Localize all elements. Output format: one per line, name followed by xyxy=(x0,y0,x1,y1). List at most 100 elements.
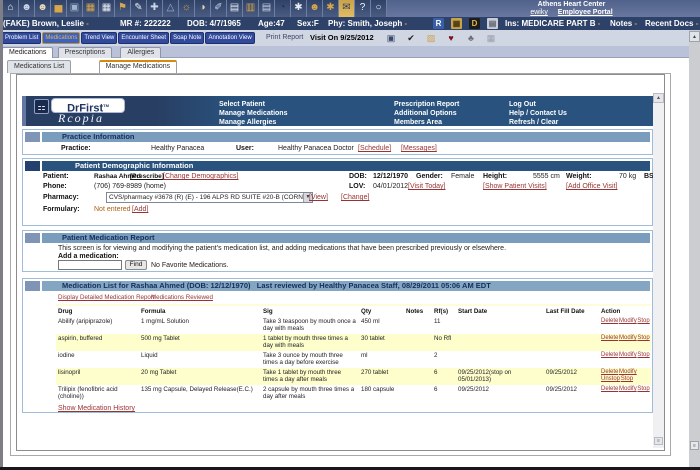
rcopia-menu-prescription-report[interactable]: Prescription Report xyxy=(394,100,459,109)
calendar-icon[interactable]: ▦ xyxy=(99,0,115,17)
clinic-link-1[interactable]: ewiky xyxy=(530,9,548,16)
nav-medications[interactable]: Medications xyxy=(42,32,81,44)
tab-allergies[interactable]: Allergies xyxy=(120,47,162,58)
rcopia-menu-select-patient[interactable]: Select Patient xyxy=(219,100,287,109)
save-icon[interactable]: ▣ xyxy=(385,32,397,44)
mail-icon[interactable]: ✉ xyxy=(339,0,355,17)
people-icon[interactable]: ▦ xyxy=(485,32,497,44)
pharmacy-change-link[interactable]: [Change] xyxy=(341,194,369,201)
nav-encounter-sheet[interactable]: Encounter Sheet xyxy=(118,32,170,44)
unstop-link[interactable]: Unstop xyxy=(601,376,620,382)
tree-icon[interactable]: ♣ xyxy=(465,32,477,44)
face-icon[interactable]: ☻ xyxy=(307,0,323,17)
tab-medications[interactable]: Medications xyxy=(2,47,54,58)
rcopia-menu-members-area[interactable]: Members Area xyxy=(394,118,459,127)
new-document-icon[interactable]: ▤ xyxy=(227,0,243,17)
display-detailed-report-link[interactable]: Display Detailed Medication Report xyxy=(58,294,155,301)
chart-icon[interactable]: ▅ xyxy=(51,0,67,17)
printer-icon[interactable]: ▤ xyxy=(259,0,275,17)
print-report-link[interactable]: Print Report xyxy=(266,34,303,41)
syringe-icon[interactable]: ✐ xyxy=(211,0,227,17)
modify-link[interactable]: Modify xyxy=(619,335,637,341)
add-medication-input[interactable] xyxy=(58,260,122,270)
delete-link[interactable]: Delete xyxy=(601,386,618,392)
chart-gold-icon[interactable]: ▦ xyxy=(451,18,462,29)
pharmacy-view-link[interactable]: [View] xyxy=(309,194,328,201)
modify-link[interactable]: Modify xyxy=(619,318,637,324)
d-flag-icon[interactable]: D xyxy=(469,18,480,29)
show-patient-visits-link[interactable]: [Show Patient Visits] xyxy=(483,183,547,190)
pills-icon[interactable]: ◑ xyxy=(195,0,211,17)
patient-icon[interactable]: ☻ xyxy=(19,0,35,17)
employee-portal-link[interactable]: Employee Portal xyxy=(558,9,613,16)
stethoscope-icon[interactable]: ✚ xyxy=(147,0,163,17)
check-icon[interactable]: ✔ xyxy=(405,32,417,44)
rcopia-menu-manage-medications[interactable]: Manage Medications xyxy=(219,109,287,118)
rcopia-menu-manage-allergies[interactable]: Manage Allergies xyxy=(219,118,287,127)
nav-trend-view[interactable]: Trend View xyxy=(81,32,118,44)
tab-prescriptions[interactable]: Prescriptions xyxy=(57,47,113,58)
stop-link[interactable]: Stop xyxy=(621,376,633,382)
stop-link[interactable]: Stop xyxy=(637,386,649,392)
window-scrollbar-up-arrow[interactable]: ▲ xyxy=(689,31,700,42)
notes-menu[interactable]: Notes - xyxy=(610,19,637,28)
physician-icon[interactable]: ☻ xyxy=(35,0,51,17)
rcopia-scrollbar-mark[interactable]: ≡ xyxy=(654,437,663,445)
delete-link[interactable]: Delete xyxy=(601,369,618,375)
rcopia-scrollbar[interactable]: ▲ ≡ xyxy=(653,93,664,448)
stop-link[interactable]: Stop xyxy=(637,335,649,341)
rx-icon[interactable]: R xyxy=(433,18,444,29)
lab-flask-icon[interactable]: △ xyxy=(163,0,179,17)
messages-link[interactable]: [Messages] xyxy=(401,145,437,152)
subtab-medications-list[interactable]: Medications List xyxy=(7,60,72,73)
delete-link[interactable]: Delete xyxy=(601,352,618,358)
change-demographics-link[interactable]: [Change Demographics] xyxy=(163,173,239,180)
xray-icon[interactable]: ▣ xyxy=(67,0,83,17)
rcopia-menu-additional-options[interactable]: Additional Options xyxy=(394,109,459,118)
pharmacy-select[interactable]: CVS/pharmacy #3678 (R) (E) - 196 ALPS RD… xyxy=(106,192,313,203)
schedule-link[interactable]: [Schedule] xyxy=(358,145,391,152)
home-icon[interactable]: ⌂ xyxy=(3,0,19,17)
wheel-icon[interactable]: ✱ xyxy=(291,0,307,17)
modify-link[interactable]: Modify xyxy=(619,352,637,358)
formulary-add-link[interactable]: [Add] xyxy=(132,206,148,213)
window-scrollbar-thumb[interactable]: ≡ xyxy=(690,441,699,450)
add-office-visit-link[interactable]: [Add Office Visit] xyxy=(566,183,618,190)
recent-docs-menu[interactable]: Recent Docs - xyxy=(645,19,698,28)
prescribe-link[interactable]: [Prescribe] xyxy=(130,173,164,180)
power-icon[interactable]: ○ xyxy=(371,0,387,17)
stop-link[interactable]: Stop xyxy=(637,352,649,358)
patient-name[interactable]: (FAKE) Brown, Leslie - xyxy=(3,19,89,28)
gear-icon[interactable]: ✱ xyxy=(323,0,339,17)
stop-link[interactable]: Stop xyxy=(637,318,649,324)
visit-today-link[interactable]: [Visit Today] xyxy=(408,183,446,190)
patient-phy[interactable]: Phy: Smith, Joseph - xyxy=(328,19,407,28)
form-icon[interactable]: ▥ xyxy=(243,0,259,17)
cart-icon[interactable]: ▦ xyxy=(83,0,99,17)
delete-link[interactable]: Delete xyxy=(601,335,618,341)
rcopia-scrollbar-up-arrow[interactable]: ▲ xyxy=(653,93,664,103)
rcopia-menu-log-out[interactable]: Log Out xyxy=(509,100,567,109)
modify-link[interactable]: Modify xyxy=(619,386,637,392)
flag-icon[interactable]: ⚑ xyxy=(115,0,131,17)
sun-icon[interactable]: ☼ xyxy=(179,0,195,17)
help-icon[interactable]: ? xyxy=(355,0,371,17)
window-scrollbar[interactable]: ▲ ≡ xyxy=(689,30,700,470)
folder-icon[interactable]: ▨ xyxy=(425,32,437,44)
modify-link[interactable]: Modify xyxy=(619,369,637,375)
heart-icon[interactable]: ♥ xyxy=(445,32,457,44)
notes-icon[interactable]: ✎ xyxy=(131,0,147,17)
nav-soap-note[interactable]: Soap Note xyxy=(170,32,205,44)
patient-ins[interactable]: Ins: MEDICARE PART B - xyxy=(505,19,600,28)
rcopia-menu-refresh-clear[interactable]: Refresh / Clear xyxy=(509,118,567,127)
delete-link[interactable]: Delete xyxy=(601,318,618,324)
nav-problem-list[interactable]: Problem List xyxy=(2,32,42,44)
rcopia-menu-help-contact-us[interactable]: Help / Contact Us xyxy=(509,109,567,118)
nav-annotation-view[interactable]: Annotation View xyxy=(205,32,255,44)
show-medication-history-link[interactable]: Show Medication History xyxy=(58,405,135,412)
subtab-manage-medications[interactable]: Manage Medications xyxy=(98,60,178,73)
medications-reviewed-link[interactable]: Medications Reviewed xyxy=(151,294,213,301)
clock-icon[interactable]: ◔ xyxy=(275,0,291,17)
find-button[interactable]: Find xyxy=(125,260,147,270)
document-icon[interactable]: ▤ xyxy=(487,18,498,29)
